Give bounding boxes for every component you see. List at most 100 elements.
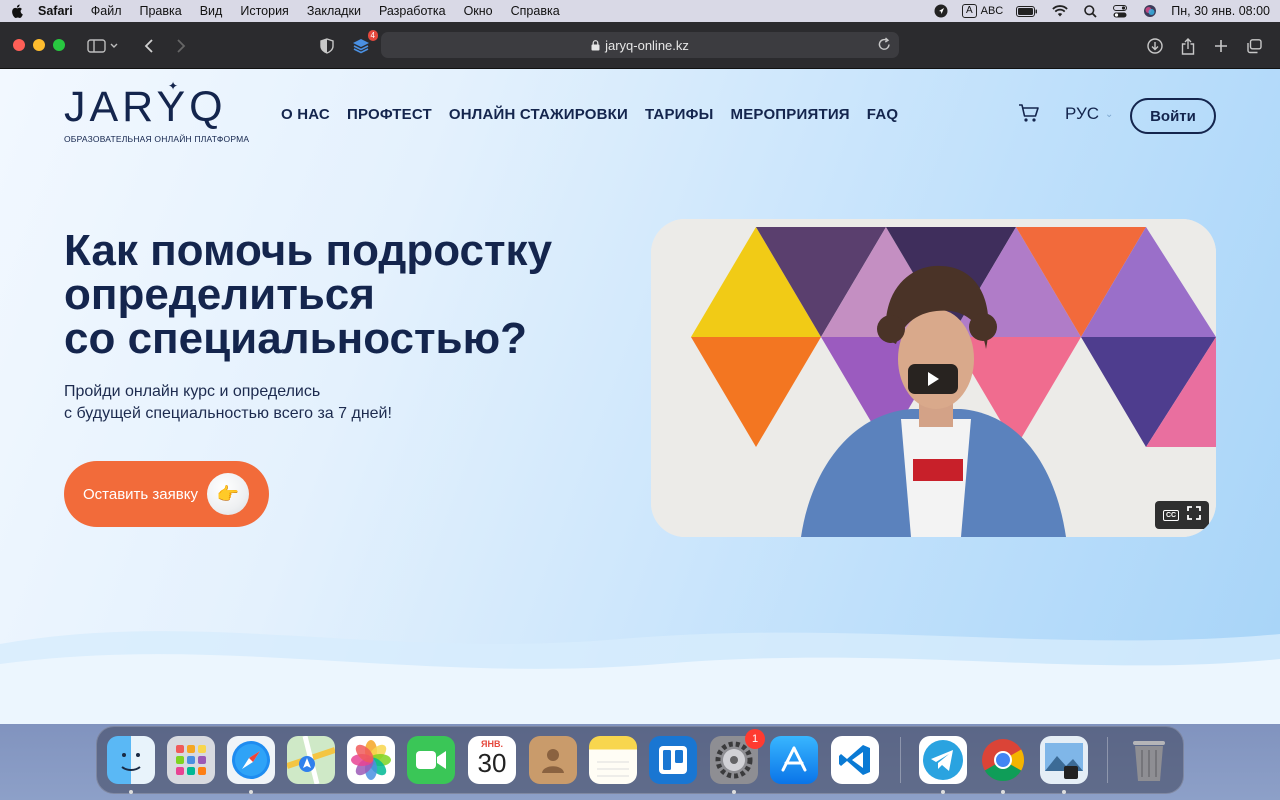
dock-maps-icon[interactable]: [287, 736, 335, 784]
extension-layers-icon[interactable]: 4: [351, 30, 378, 56]
dock-system-settings-icon[interactable]: 1: [710, 729, 765, 784]
dock-separator: [1107, 737, 1108, 783]
extension-badge: 4: [367, 30, 378, 41]
menu-help[interactable]: Справка: [511, 4, 560, 18]
tab-overview-icon[interactable]: [1244, 36, 1264, 56]
play-button[interactable]: [908, 364, 958, 394]
macos-menu-bar: Safari Файл Правка Вид История Закладки …: [0, 0, 1280, 22]
site-logo[interactable]: JARYQ ✦ ОБРАЗОВАТЕЛЬНАЯ ОНЛАЙН ПЛАТФОРМА: [64, 79, 250, 144]
menu-edit[interactable]: Правка: [139, 4, 181, 18]
nav-about[interactable]: О НАС: [281, 106, 330, 123]
input-letter: A: [961, 4, 977, 18]
logo-tagline: ОБРАЗОВАТЕЛЬНАЯ ОНЛАЙН ПЛАТФОРМА: [64, 134, 250, 144]
menu-clock[interactable]: Пн, 30 янв. 08:00: [1171, 4, 1270, 18]
minimize-window-button[interactable]: [33, 39, 45, 51]
close-window-button[interactable]: [13, 39, 25, 51]
hero-title-line: определиться: [64, 270, 375, 319]
menu-file[interactable]: Файл: [91, 4, 122, 18]
language-label: РУС: [1065, 104, 1100, 123]
menu-view[interactable]: Вид: [200, 4, 223, 18]
macos-dock: ЯНВ. 30 1: [96, 726, 1184, 794]
dock-separator: [900, 737, 901, 783]
hero-title: Как помочь подростку определиться со спе…: [64, 229, 644, 361]
nav-internships[interactable]: ОНЛАЙН СТАЖИРОВКИ: [449, 106, 628, 123]
reload-icon[interactable]: [878, 37, 891, 54]
dock-facetime-icon[interactable]: [407, 736, 455, 784]
dock-vscode-icon[interactable]: [831, 736, 879, 784]
cart-icon[interactable]: [1018, 103, 1040, 123]
dock-finder-icon[interactable]: [107, 736, 155, 784]
control-center-icon[interactable]: [1111, 4, 1129, 18]
forward-arrow-icon[interactable]: [171, 36, 191, 56]
dock-safari-icon[interactable]: [227, 736, 275, 784]
window-controls: [13, 39, 65, 51]
dock-app-store-icon[interactable]: [770, 736, 818, 784]
logo-wordmark: JARYQ: [64, 83, 227, 131]
dock-preview-icon[interactable]: [1040, 736, 1088, 784]
dock-notes-icon[interactable]: [589, 736, 637, 784]
login-button[interactable]: Войти: [1130, 98, 1216, 134]
back-arrow-icon[interactable]: [139, 36, 159, 56]
dock-trello-icon[interactable]: [649, 736, 697, 784]
safari-window: 4 jaryq-online.kz JARYQ ✦ ОБРАЗОВАТЕЛЬНА…: [0, 22, 1280, 724]
promo-video[interactable]: CC: [651, 219, 1216, 537]
calendar-day: 30: [477, 748, 507, 778]
decorative-wave: [0, 631, 1280, 724]
hero-title-line: Как помочь подростку: [64, 226, 553, 275]
running-indicator: [1001, 790, 1005, 794]
share-icon[interactable]: [1178, 36, 1198, 56]
main-navigation: О НАС ПРОФТЕСТ ОНЛАЙН СТАЖИРОВКИ ТАРИФЫ …: [281, 106, 898, 123]
dock-contacts-icon[interactable]: [529, 736, 577, 784]
dock-photos-icon[interactable]: [347, 736, 395, 784]
submit-application-button[interactable]: Оставить заявку 👉: [64, 461, 269, 527]
apple-menu-icon[interactable]: [10, 4, 24, 18]
language-selector[interactable]: РУС ⌄: [1065, 104, 1113, 124]
menu-develop[interactable]: Разработка: [379, 4, 446, 18]
downloads-icon[interactable]: [1145, 36, 1165, 56]
input-source-indicator[interactable]: A ABC: [961, 4, 1004, 18]
pointing-hand-icon: 👉: [207, 473, 249, 515]
menu-history[interactable]: История: [240, 4, 288, 18]
fullscreen-icon[interactable]: [1187, 505, 1201, 525]
running-indicator: [732, 790, 736, 794]
lock-icon: [591, 39, 600, 51]
hero-subtitle-line: с будущей специальностью всего за 7 дней…: [64, 405, 392, 422]
address-bar[interactable]: jaryq-online.kz: [381, 32, 899, 58]
url-text: jaryq-online.kz: [605, 37, 689, 53]
spotlight-search-icon[interactable]: [1081, 4, 1099, 18]
battery-icon[interactable]: [1015, 4, 1039, 18]
safari-toolbar: 4 jaryq-online.kz: [0, 22, 1280, 69]
siri-icon[interactable]: [1141, 4, 1159, 18]
dock-launchpad-icon[interactable]: [167, 736, 215, 784]
chevron-down-icon: ⌄: [1105, 108, 1114, 120]
logo-sparkle-icon: ✦: [168, 79, 179, 93]
hero-subtitle: Пройди онлайн курс и определись с будуще…: [64, 381, 392, 425]
nav-proftest[interactable]: ПРОФТЕСТ: [347, 106, 432, 123]
nav-pricing[interactable]: ТАРИФЫ: [645, 106, 714, 123]
new-tab-plus-icon[interactable]: [1211, 36, 1231, 56]
menu-app-name[interactable]: Safari: [38, 4, 73, 18]
notification-badge: 1: [745, 729, 765, 749]
menu-window[interactable]: Окно: [464, 4, 493, 18]
dock-chrome-icon[interactable]: [979, 736, 1027, 784]
menu-bookmarks[interactable]: Закладки: [307, 4, 361, 18]
dock-calendar-icon[interactable]: ЯНВ. 30: [468, 736, 516, 784]
running-indicator: [129, 790, 133, 794]
video-controls: CC: [1155, 501, 1209, 529]
dock-trash-icon[interactable]: [1125, 736, 1173, 784]
input-source-label: ABC: [980, 5, 1004, 17]
sidebar-toggle-icon[interactable]: [86, 36, 120, 56]
play-icon: [928, 372, 939, 386]
hero-subtitle-line: Пройди онлайн курс и определись: [64, 383, 321, 400]
running-indicator: [249, 790, 253, 794]
nav-faq[interactable]: FAQ: [867, 106, 898, 123]
running-indicator: [1062, 790, 1066, 794]
privacy-shield-icon[interactable]: [317, 36, 337, 56]
closed-captions-button[interactable]: CC: [1162, 509, 1180, 521]
nav-events[interactable]: МЕРОПРИЯТИЯ: [731, 106, 850, 123]
dock-telegram-icon[interactable]: [919, 736, 967, 784]
wifi-icon[interactable]: [1051, 4, 1069, 18]
zoom-window-button[interactable]: [53, 39, 65, 51]
location-arrow-icon[interactable]: [932, 4, 950, 18]
hero-title-line: со специальностью?: [64, 314, 528, 363]
